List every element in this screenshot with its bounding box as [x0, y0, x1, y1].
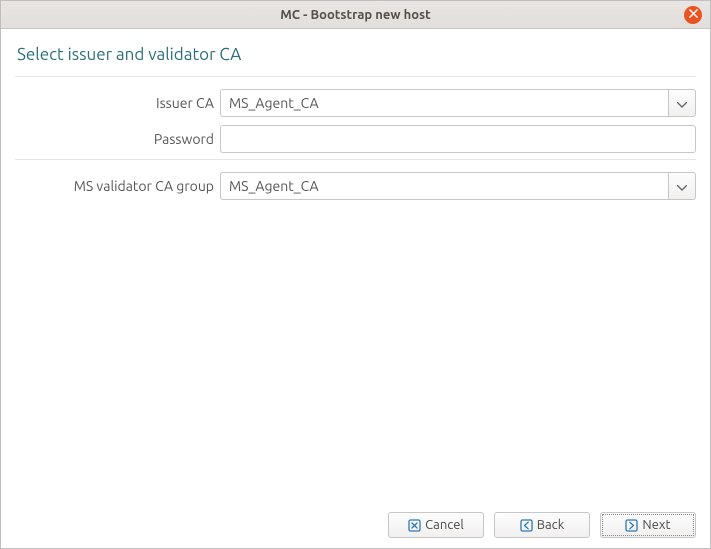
row-password: Password [15, 125, 696, 153]
cancel-icon [408, 519, 421, 532]
close-icon [689, 9, 698, 21]
password-input[interactable] [220, 125, 696, 153]
next-button-label: Next [642, 518, 670, 532]
divider [15, 159, 696, 160]
validator-group-dropdown[interactable]: MS_Agent_CA [220, 172, 696, 200]
issuer-ca-dropdown-toggle[interactable] [668, 89, 696, 117]
chevron-down-icon [677, 178, 687, 194]
row-validator-group: MS validator CA group MS_Agent_CA [15, 172, 696, 200]
window-title: MC - Bootstrap new host [280, 8, 431, 22]
chevron-down-icon [677, 95, 687, 111]
divider [15, 76, 696, 77]
validator-group-dropdown-toggle[interactable] [668, 172, 696, 200]
label-password: Password [15, 131, 220, 147]
validator-group-value: MS_Agent_CA [220, 172, 668, 200]
titlebar: MC - Bootstrap new host [1, 1, 710, 29]
label-issuer-ca: Issuer CA [15, 95, 220, 111]
label-validator-group: MS validator CA group [15, 178, 220, 194]
close-button[interactable] [684, 6, 702, 24]
issuer-ca-dropdown[interactable]: MS_Agent_CA [220, 89, 696, 117]
spacer [15, 204, 696, 504]
back-icon [520, 519, 533, 532]
row-issuer-ca: Issuer CA MS_Agent_CA [15, 89, 696, 117]
next-button[interactable]: Next [600, 512, 696, 538]
issuer-ca-value: MS_Agent_CA [220, 89, 668, 117]
button-bar: Cancel Back Next [1, 504, 710, 548]
back-button-label: Back [537, 518, 565, 532]
dialog-window: MC - Bootstrap new host Select issuer an… [0, 0, 711, 549]
cancel-button-label: Cancel [425, 518, 464, 532]
back-button[interactable]: Back [494, 512, 590, 538]
cancel-button[interactable]: Cancel [388, 512, 484, 538]
page-heading: Select issuer and validator CA [15, 43, 696, 74]
next-icon [625, 519, 638, 532]
dialog-content: Select issuer and validator CA Issuer CA… [1, 29, 710, 504]
